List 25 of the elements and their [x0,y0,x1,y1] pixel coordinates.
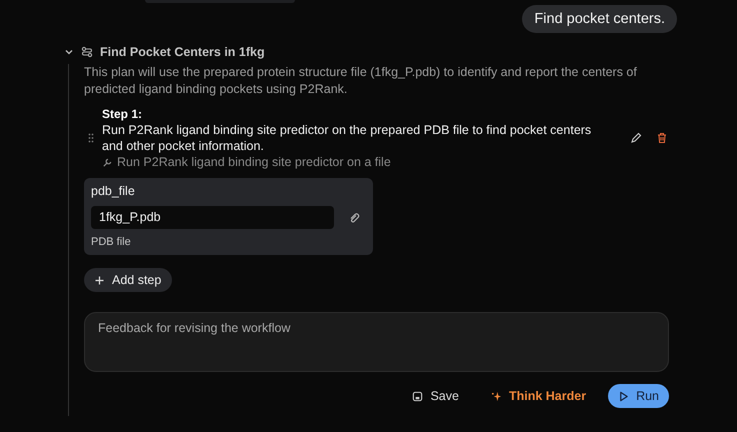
tool-name: Run P2Rank ligand binding site predictor on a file [117,154,391,170]
save-icon [412,390,424,402]
workflow-icon [81,46,93,58]
drag-handle-icon[interactable] [88,133,94,143]
run-button[interactable]: Run [608,384,669,408]
think-button[interactable]: Think Harder [480,384,596,408]
step-label: Step 1: [102,106,144,122]
file-input-field[interactable]: 1fkg_P.pdb [91,206,334,229]
add-step-button[interactable]: Add step [84,268,172,292]
sparkle-icon [490,390,502,402]
feedback-field[interactable]: Feedback for revising the workflow [84,312,669,372]
save-button[interactable]: Save [402,384,469,408]
pencil-icon[interactable] [630,132,642,144]
chevron-icon[interactable] [64,47,74,57]
parameter-name: pdb_file [91,184,136,198]
plus-icon [95,276,104,284]
wrench-icon [102,156,113,168]
trash-icon[interactable] [656,132,668,144]
plan-title: Find Pocket Centers in 1fkg [100,45,265,59]
plan-description: This plan will use the prepared protein structure file (1fkg_P.pdb) to identify and report the centers of predicted ligand binding pockets using P2Rank. [84,64,638,98]
paperclip-icon[interactable] [348,212,360,224]
step-description: Run P2Rank ligand binding site predictor on the prepared PDB file to find pocket centers and other pocket information. [102,122,592,154]
play-icon [618,390,630,402]
parameter-hint: PDB file [91,236,132,248]
user-message: Find pocket centers. [522,5,677,33]
